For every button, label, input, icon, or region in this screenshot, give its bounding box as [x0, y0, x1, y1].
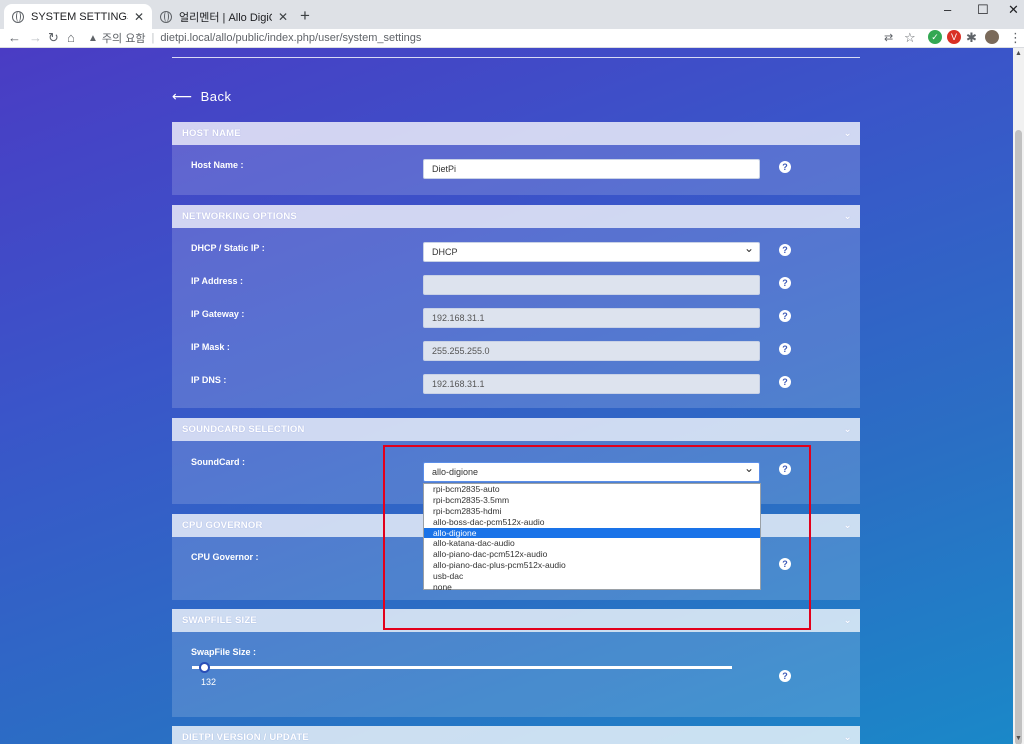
- panel-title: SOUNDCARD SELECTION: [182, 424, 305, 435]
- help-icon[interactable]: ?: [779, 343, 791, 355]
- host-name-panel: HOST NAME ⌄ Host Name : DietPi ?: [172, 122, 860, 195]
- help-icon[interactable]: ?: [779, 277, 791, 289]
- globe-icon: [160, 10, 172, 23]
- chevron-down-icon[interactable]: ⌄: [843, 122, 852, 145]
- ip-address-label: IP Address :: [191, 276, 244, 286]
- dropdown-option[interactable]: allo-katana-dac-audio: [424, 538, 760, 549]
- host-name-label: Host Name :: [191, 160, 244, 170]
- ip-mask-label: IP Mask :: [191, 342, 230, 352]
- swapfile-slider-track[interactable]: [192, 666, 732, 669]
- dropdown-option[interactable]: allo-boss-dac-pcm512x-audio: [424, 517, 760, 528]
- ip-mask-input[interactable]: 255.255.255.0: [423, 341, 760, 361]
- networking-header[interactable]: NETWORKING OPTIONS ⌄: [172, 205, 860, 228]
- help-icon[interactable]: ?: [779, 463, 791, 475]
- minimize-button[interactable]: –: [944, 2, 951, 17]
- new-tab-button[interactable]: +: [300, 6, 310, 26]
- browser-toolbar: ← → ↻ ⌂ ▲ 주의 요함 | dietpi.local/allo/publ…: [0, 29, 1024, 48]
- help-icon[interactable]: ?: [779, 558, 791, 570]
- soundcard-label: SoundCard :: [191, 457, 245, 467]
- tab-allo-digione[interactable]: 얼리멘터 | Allo DigiOne을 이용 ✕: [152, 4, 296, 29]
- soundcard-dropdown-list: rpi-bcm2835-auto rpi-bcm2835-3.5mm rpi-b…: [423, 483, 761, 593]
- help-icon[interactable]: ?: [779, 161, 791, 173]
- tab-title: SYSTEM SETTINGS: [31, 10, 128, 23]
- close-tab-icon[interactable]: ✕: [278, 10, 288, 24]
- swapfile-header[interactable]: SWAPFILE SIZE ⌄: [172, 609, 860, 632]
- swapfile-value: 132: [201, 677, 217, 687]
- vivaldi-extension-icon[interactable]: V: [947, 30, 961, 44]
- maximize-button[interactable]: ☐: [977, 2, 989, 18]
- menu-kebab-icon[interactable]: ⋮: [1009, 30, 1022, 46]
- chevron-down-icon[interactable]: ⌄: [843, 609, 852, 632]
- url-text: dietpi.local/allo/public/index.php/user/…: [160, 32, 422, 44]
- dietpi-version-header[interactable]: DIETPI VERSION / UPDATE ⌄: [172, 726, 860, 744]
- dietpi-version-panel: DIETPI VERSION / UPDATE ⌄: [172, 726, 860, 744]
- security-label: 주의 요함: [101, 33, 146, 45]
- help-icon[interactable]: ?: [779, 376, 791, 388]
- panel-title: HOST NAME: [182, 128, 241, 139]
- warning-icon: ▲: [88, 32, 98, 44]
- help-icon[interactable]: ?: [779, 244, 791, 256]
- dropdown-option[interactable]: none: [424, 582, 760, 593]
- address-separator: |: [151, 32, 155, 44]
- chevron-down-icon[interactable]: ⌄: [843, 205, 852, 228]
- host-name-header[interactable]: HOST NAME ⌄: [172, 122, 860, 145]
- translate-icon[interactable]: ⇄: [884, 30, 893, 46]
- panel-title: NETWORKING OPTIONS: [182, 211, 297, 222]
- chevron-down-icon[interactable]: ⌄: [843, 418, 852, 441]
- shield-extension-icon[interactable]: ✓: [928, 30, 942, 44]
- ip-address-input[interactable]: [423, 275, 760, 295]
- dropdown-option[interactable]: usb-dac: [424, 571, 760, 582]
- dropdown-option[interactable]: allo-piano-dac-plus-pcm512x-audio: [424, 560, 760, 571]
- ip-gateway-input[interactable]: 192.168.31.1: [423, 308, 760, 328]
- chevron-down-icon[interactable]: ⌄: [843, 514, 852, 537]
- swapfile-label: SwapFile Size :: [191, 647, 257, 657]
- ip-dns-label: IP DNS :: [191, 375, 227, 385]
- dropdown-option-selected[interactable]: allo-digione: [424, 527, 760, 539]
- forward-nav-icon[interactable]: →: [29, 30, 42, 46]
- home-icon[interactable]: ⌂: [67, 30, 75, 46]
- soundcard-header[interactable]: SOUNDCARD SELECTION ⌄: [172, 418, 860, 441]
- host-name-input[interactable]: DietPi: [423, 159, 760, 179]
- reload-icon[interactable]: ↻: [48, 30, 59, 46]
- tab-system-settings[interactable]: SYSTEM SETTINGS ✕: [4, 4, 152, 29]
- page-scrollbar[interactable]: ▲ ▼: [1013, 48, 1024, 744]
- arrow-left-icon: ⟵: [172, 88, 193, 104]
- panel-title: CPU GOVERNOR: [182, 520, 263, 531]
- divider: [172, 57, 860, 58]
- bookmark-star-icon[interactable]: ☆: [904, 30, 916, 46]
- back-nav-icon[interactable]: ←: [8, 30, 21, 46]
- globe-icon: [12, 10, 24, 23]
- panel-title: SWAPFILE SIZE: [182, 615, 257, 626]
- scroll-down-icon[interactable]: ▼: [1015, 735, 1022, 742]
- back-link[interactable]: ⟵ Back: [172, 88, 231, 105]
- close-tab-icon[interactable]: ✕: [134, 10, 144, 24]
- networking-panel: NETWORKING OPTIONS ⌄ DHCP / Static IP : …: [172, 205, 860, 408]
- dropdown-option[interactable]: rpi-bcm2835-auto: [424, 484, 760, 495]
- swapfile-panel: SWAPFILE SIZE ⌄ SwapFile Size : 132 ?: [172, 609, 860, 717]
- address-bar[interactable]: ▲ 주의 요함 | dietpi.local/allo/public/index…: [88, 29, 873, 47]
- ip-dns-input[interactable]: 192.168.31.1: [423, 374, 760, 394]
- dhcp-label: DHCP / Static IP :: [191, 243, 265, 253]
- extensions-puzzle-icon[interactable]: ✱: [966, 30, 977, 46]
- browser-tabstrip: SYSTEM SETTINGS ✕ 얼리멘터 | Allo DigiOne을 이…: [0, 0, 1024, 29]
- help-icon[interactable]: ?: [779, 310, 791, 322]
- dropdown-option[interactable]: allo-piano-dac-pcm512x-audio: [424, 549, 760, 560]
- cpu-governor-label: CPU Governor :: [191, 552, 259, 562]
- help-icon[interactable]: ?: [779, 670, 791, 682]
- dropdown-option[interactable]: rpi-bcm2835-hdmi: [424, 506, 760, 517]
- tab-title: 얼리멘터 | Allo DigiOne을 이용: [179, 11, 272, 24]
- ip-gateway-label: IP Gateway :: [191, 309, 245, 319]
- scrollbar-thumb[interactable]: [1015, 130, 1022, 744]
- avatar[interactable]: [985, 30, 999, 44]
- panel-title: DIETPI VERSION / UPDATE: [182, 732, 309, 743]
- dhcp-select[interactable]: DHCP: [423, 239, 760, 262]
- close-window-button[interactable]: ✕: [1008, 2, 1019, 18]
- dropdown-option[interactable]: rpi-bcm2835-3.5mm: [424, 495, 760, 506]
- chevron-down-icon[interactable]: ⌄: [843, 726, 852, 744]
- soundcard-select[interactable]: allo-digione: [423, 459, 760, 482]
- page-content: ⟵ Back HOST NAME ⌄ Host Name : DietPi ? …: [0, 48, 1013, 744]
- scroll-up-icon[interactable]: ▲: [1015, 50, 1022, 57]
- swapfile-slider-thumb[interactable]: [199, 662, 210, 673]
- back-label: Back: [200, 89, 232, 104]
